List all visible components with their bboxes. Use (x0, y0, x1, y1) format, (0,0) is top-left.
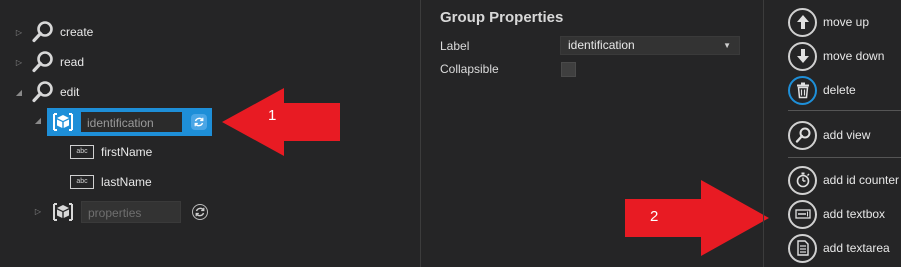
tree-item-label: read (60, 55, 85, 69)
action-label: add textbox (823, 207, 886, 221)
textbox-icon (788, 199, 817, 229)
group-name-input[interactable]: properties (81, 201, 181, 223)
action-label: delete (823, 83, 856, 97)
tree-item-label: create (60, 25, 94, 39)
tree-item-lastname[interactable]: abc lastName (70, 169, 152, 195)
tree-panel: ▷ create ▷ read ◢ edit ◢ identification … (0, 0, 420, 267)
tree-item-edit[interactable]: ◢ edit (14, 79, 79, 105)
annotation-number-2: 2 (650, 208, 659, 225)
refresh-icon[interactable] (191, 114, 207, 130)
group-cube-icon (50, 109, 76, 135)
document-icon (788, 233, 817, 263)
action-label: add textarea (823, 241, 890, 255)
tree-item-label: firstName (101, 145, 153, 159)
magnifier-icon (788, 120, 817, 150)
arrow-down-icon (788, 41, 817, 71)
refresh-icon[interactable] (192, 204, 208, 220)
properties-title: Group Properties (440, 9, 564, 26)
tree-item-label: edit (60, 85, 80, 99)
textbox-icon: abc (70, 145, 94, 159)
collapsible-checkbox[interactable] (561, 62, 576, 77)
group-cube-icon (50, 199, 76, 225)
move-down-button[interactable]: move down (788, 40, 884, 72)
magnifier-icon (30, 79, 56, 105)
action-label: add id counter (823, 173, 900, 187)
collapse-arrow-icon[interactable]: ◢ (14, 88, 24, 97)
expand-arrow-icon[interactable]: ▷ (14, 58, 24, 67)
add-id-counter-button[interactable]: add id counter (788, 164, 899, 196)
label-select[interactable]: identification ▼ (560, 36, 740, 55)
delete-button[interactable]: delete (788, 74, 856, 106)
textbox-icon: abc (70, 175, 94, 189)
add-textbox-button[interactable]: add textbox (788, 198, 885, 230)
action-label: move up (823, 15, 870, 29)
properties-panel: Group Properties Label identification ▼ … (420, 0, 769, 267)
arrow-up-icon (788, 7, 817, 37)
tree-group-identification[interactable]: identification (47, 108, 212, 136)
collapse-arrow-icon[interactable]: ◢ (33, 116, 43, 125)
add-textarea-button[interactable]: add textarea (788, 232, 890, 264)
annotation-arrow-1 (222, 88, 340, 156)
tree-item-read[interactable]: ▷ read (14, 49, 84, 75)
trash-icon (788, 75, 817, 105)
tree-item-create[interactable]: ▷ create (14, 19, 93, 45)
add-view-button[interactable]: add view (788, 119, 870, 151)
label-caption: Label (440, 39, 470, 53)
annotation-number-1: 1 (268, 107, 277, 124)
annotation-arrow-2 (625, 180, 769, 256)
group-name-input[interactable]: identification (80, 111, 183, 133)
magnifier-icon (30, 49, 56, 75)
action-label: move down (823, 49, 885, 63)
tree-item-label: lastName (101, 175, 152, 189)
expand-arrow-icon[interactable]: ▷ (33, 207, 43, 216)
label-select-value: identification (568, 38, 635, 52)
stopwatch-icon (788, 165, 817, 195)
expand-arrow-icon[interactable]: ▷ (14, 28, 24, 37)
move-up-button[interactable]: move up (788, 6, 869, 38)
actions-panel: move up move down delete add view add id… (763, 0, 901, 267)
separator (788, 110, 901, 111)
chevron-down-icon: ▼ (723, 41, 731, 50)
tree-item-firstname[interactable]: abc firstName (70, 139, 152, 165)
action-label: add view (823, 128, 871, 142)
separator (788, 157, 901, 158)
magnifier-icon (30, 19, 56, 45)
collapsible-caption: Collapsible (440, 62, 499, 76)
